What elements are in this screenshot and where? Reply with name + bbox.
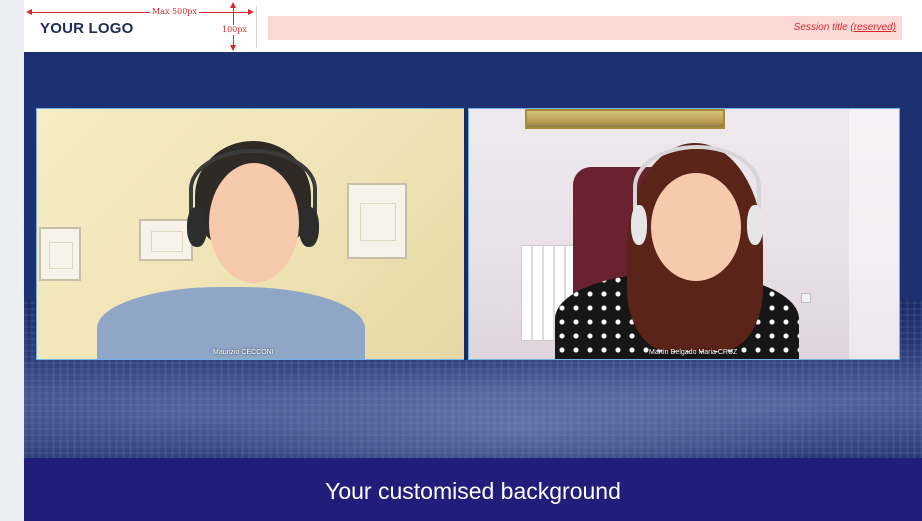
virtual-background-preview: YOUR LOGO Max 500px 100px Session title … <box>24 0 922 521</box>
wall-certificate <box>39 227 81 281</box>
video-tile-1[interactable]: Maurizio CECCONI <box>36 108 468 360</box>
wall-outlet <box>801 293 811 303</box>
header-strip: YOUR LOGO Max 500px 100px Session title … <box>24 0 922 52</box>
bottom-banner: Your customised background <box>24 458 922 521</box>
session-title-bar: Session title (reserved) <box>268 16 902 40</box>
logo-placeholder: YOUR LOGO <box>40 20 134 37</box>
wall-painting <box>525 109 725 129</box>
participant-name: Martin Delgado Maria CRUZ <box>649 349 738 356</box>
arrow-left-icon <box>26 9 32 15</box>
height-dimension-label: 100px <box>220 25 249 35</box>
session-title-text: Session title <box>793 22 851 33</box>
width-dimension-label: Max 500px <box>150 7 199 17</box>
banner-text: Your customised background <box>325 478 621 504</box>
door <box>849 109 899 359</box>
face-blur-placeholder <box>651 173 741 281</box>
arrow-right-icon <box>248 9 254 15</box>
session-title: Session title (reserved) <box>794 22 896 33</box>
session-title-reserved: (reserved) <box>850 22 896 33</box>
arrow-up-icon <box>230 2 236 8</box>
headphone-earcup <box>747 205 763 245</box>
header-divider <box>256 6 257 48</box>
wall-certificate <box>347 183 407 259</box>
video-tile-2[interactable]: Martin Delgado Maria CRUZ <box>468 108 900 360</box>
width-dimension-line <box>28 12 252 13</box>
headphone-earcup <box>631 205 647 245</box>
wall-certificate <box>139 219 193 261</box>
face-blur-placeholder <box>209 163 299 283</box>
arrow-down-icon <box>230 45 236 51</box>
headphone-earcup <box>299 207 319 247</box>
headphone-earcup <box>187 207 207 247</box>
participant-name: Maurizio CECCONI <box>213 349 274 356</box>
